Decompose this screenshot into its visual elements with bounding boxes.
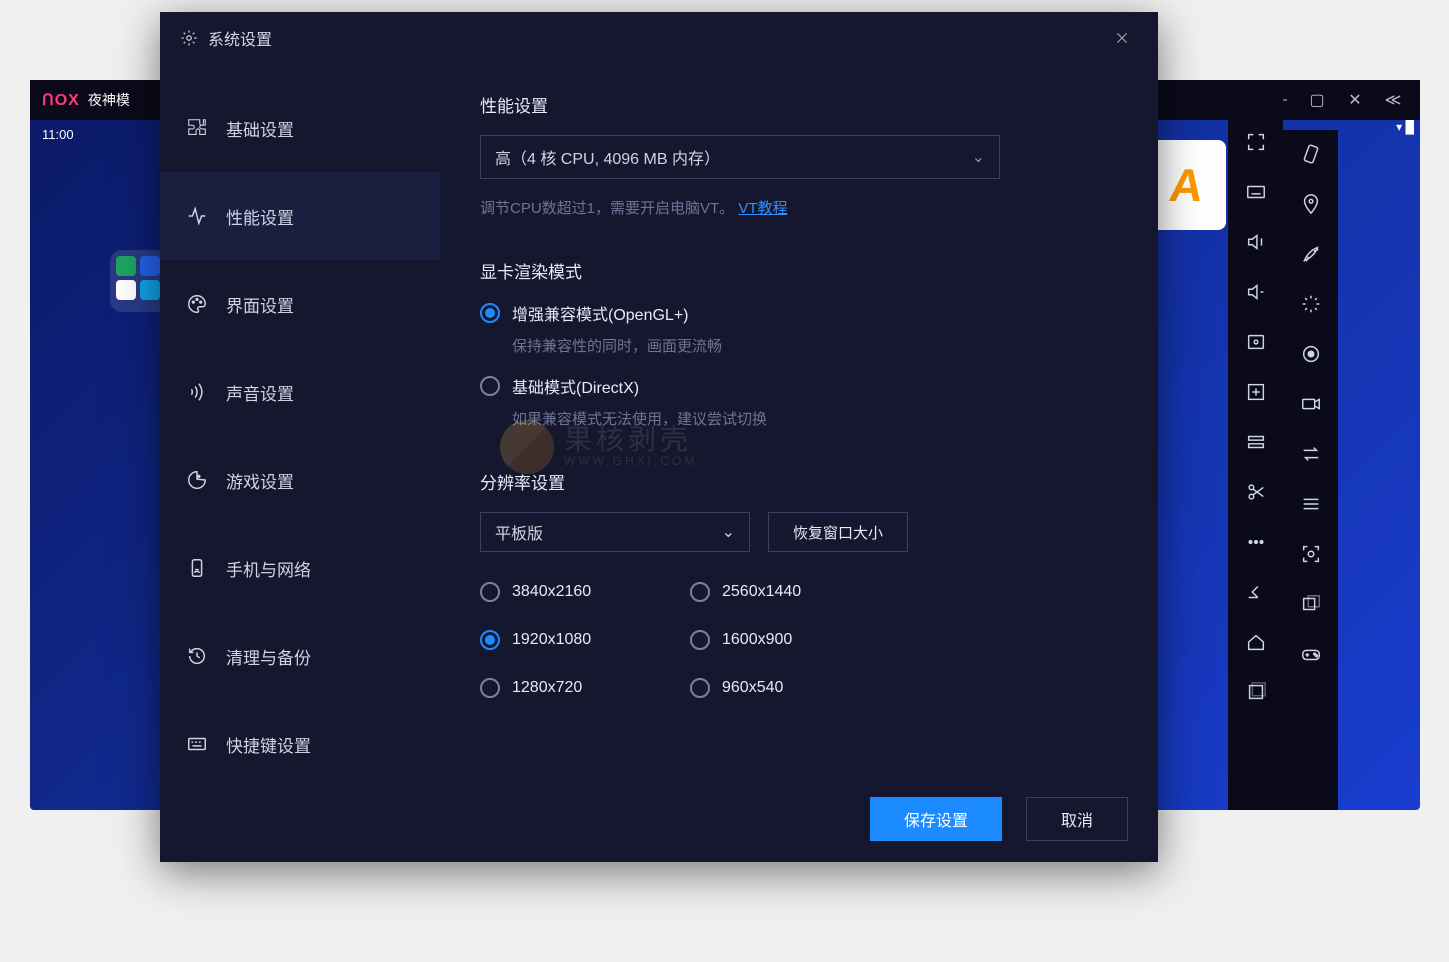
sidebar-item-label: 清理与备份 <box>226 644 311 669</box>
res-1920-radio[interactable] <box>480 630 500 650</box>
install-apk-icon[interactable] <box>1244 380 1268 404</box>
home-icon[interactable] <box>1244 630 1268 654</box>
chevron-down-icon: ⌄ <box>722 522 735 542</box>
sidebar-item-label: 基础设置 <box>226 116 294 141</box>
video-record-icon[interactable] <box>1299 392 1323 416</box>
cancel-button[interactable]: 取消 <box>1026 797 1128 841</box>
location-icon[interactable] <box>1299 192 1323 216</box>
maximize-icon[interactable]: ▢ <box>1302 90 1332 110</box>
loading-icon[interactable] <box>1299 292 1323 316</box>
res-3840-radio[interactable] <box>480 582 500 602</box>
screenshot-icon[interactable] <box>1244 330 1268 354</box>
history-icon <box>186 645 208 667</box>
settings-content: 性能设置 高（4 核 CPU, 4096 MB 内存） ⌄ 调节CPU数超过1，… <box>440 64 1158 776</box>
vt-tutorial-link[interactable]: VT教程 <box>738 200 787 217</box>
emulator-toolbar-secondary <box>1283 130 1338 810</box>
back-icon[interactable] <box>1244 580 1268 604</box>
more-icon[interactable] <box>1244 530 1268 554</box>
scissors-icon[interactable] <box>1244 480 1268 504</box>
collapse-sidebar-icon[interactable]: ≪ <box>1378 90 1408 110</box>
record-icon[interactable] <box>1299 342 1323 366</box>
sidebar-item-performance[interactable]: 性能设置 <box>160 172 440 260</box>
fullscreen-icon[interactable] <box>1244 130 1268 154</box>
dialog-title: 系统设置 <box>208 26 272 50</box>
sidebar-item-label: 性能设置 <box>226 204 294 229</box>
focus-icon[interactable] <box>1299 542 1323 566</box>
settings-dialog: 系统设置 基础设置 性能设置 界面设置 声音设置 <box>160 12 1158 862</box>
sound-icon <box>186 381 208 403</box>
palette-icon <box>186 293 208 315</box>
render-opengl-radio[interactable] <box>480 303 500 323</box>
vt-hint: 调节CPU数超过1，需要开启电脑VT。 VT教程 <box>480 197 1118 218</box>
sidebar-item-interface[interactable]: 界面设置 <box>160 260 440 348</box>
recent-icon[interactable] <box>1244 680 1268 704</box>
sidebar-item-label: 声音设置 <box>226 380 294 405</box>
sidebar-item-basic[interactable]: 基础设置 <box>160 84 440 172</box>
status-icons: ▾ █ <box>1396 120 1414 134</box>
res-option-label: 1920x1080 <box>512 631 591 649</box>
res-option-label: 2560x1440 <box>722 583 801 601</box>
wifi-icon <box>186 557 208 579</box>
render-directx-hint: 如果兼容模式无法使用，建议尝试切换 <box>512 408 1118 429</box>
file-manager-icon[interactable] <box>1244 430 1268 454</box>
puzzle-icon <box>186 117 208 139</box>
res-option-label: 1600x900 <box>722 631 792 649</box>
volume-up-icon[interactable] <box>1244 230 1268 254</box>
sidebar-item-label: 快捷键设置 <box>226 732 311 757</box>
preset-value: 高（4 核 CPU, 4096 MB 内存） <box>495 145 720 169</box>
clock-text: 11:00 <box>42 127 74 142</box>
volume-down-icon[interactable] <box>1244 280 1268 304</box>
multi-window-icon[interactable] <box>1299 592 1323 616</box>
emulator-toolbar-primary <box>1228 80 1283 810</box>
rotate-icon[interactable] <box>1299 142 1323 166</box>
settings-sidebar: 基础设置 性能设置 界面设置 声音设置 游戏设置 手机与网络 <box>160 64 440 776</box>
sidebar-item-label: 界面设置 <box>226 292 294 317</box>
render-directx-label: 基础模式(DirectX) <box>512 374 639 398</box>
performance-preset-select[interactable]: 高（4 核 CPU, 4096 MB 内存） ⌄ <box>480 135 1000 179</box>
sidebar-item-label: 游戏设置 <box>226 468 294 493</box>
app-tile-peek: A <box>1148 140 1226 230</box>
res-2560-radio[interactable] <box>690 582 710 602</box>
render-directx-radio[interactable] <box>480 376 500 396</box>
resolution-mode-value: 平板版 <box>495 520 543 544</box>
pacman-icon <box>186 469 208 491</box>
emulator-title: 夜神模 <box>88 90 130 110</box>
sidebar-item-network[interactable]: 手机与网络 <box>160 524 440 612</box>
save-button[interactable]: 保存设置 <box>870 797 1002 841</box>
res-1600-radio[interactable] <box>690 630 710 650</box>
gear-icon <box>180 29 198 47</box>
res-option-label: 1280x720 <box>512 679 582 697</box>
keyboard-icon[interactable] <box>1244 180 1268 204</box>
dialog-header: 系统设置 <box>160 12 1158 64</box>
sidebar-item-label: 手机与网络 <box>226 556 311 581</box>
resolution-heading: 分辨率设置 <box>480 469 1118 494</box>
gamepad-icon[interactable] <box>1299 642 1323 666</box>
sidebar-item-shortcuts[interactable]: 快捷键设置 <box>160 700 440 788</box>
render-heading: 显卡渲染模式 <box>480 258 1118 283</box>
keyboard-shortcut-icon <box>186 733 208 755</box>
sidebar-item-cleanup[interactable]: 清理与备份 <box>160 612 440 700</box>
sidebar-item-game[interactable]: 游戏设置 <box>160 436 440 524</box>
performance-heading: 性能设置 <box>480 92 1118 117</box>
sidebar-item-sound[interactable]: 声音设置 <box>160 348 440 436</box>
chevron-down-icon: ⌄ <box>972 147 985 167</box>
menu-icon[interactable] <box>1299 492 1323 516</box>
resolution-mode-select[interactable]: 平板版 ⌄ <box>480 512 750 552</box>
rocket-icon[interactable] <box>1299 242 1323 266</box>
nox-logo: ᑎOX <box>42 90 80 110</box>
render-opengl-label: 增强兼容模式(OpenGL+) <box>512 301 689 325</box>
close-window-icon[interactable]: ✕ <box>1340 90 1370 110</box>
res-option-label: 3840x2160 <box>512 583 591 601</box>
res-option-label: 960x540 <box>722 679 783 697</box>
render-opengl-hint: 保持兼容性的同时，画面更流畅 <box>512 335 1118 356</box>
restore-window-button[interactable]: 恢复窗口大小 <box>768 512 908 552</box>
res-1280-radio[interactable] <box>480 678 500 698</box>
activity-icon <box>186 205 208 227</box>
close-dialog-button[interactable] <box>1106 22 1138 54</box>
swap-icon[interactable] <box>1299 442 1323 466</box>
res-960-radio[interactable] <box>690 678 710 698</box>
dialog-footer: 保存设置 取消 <box>160 776 1158 862</box>
